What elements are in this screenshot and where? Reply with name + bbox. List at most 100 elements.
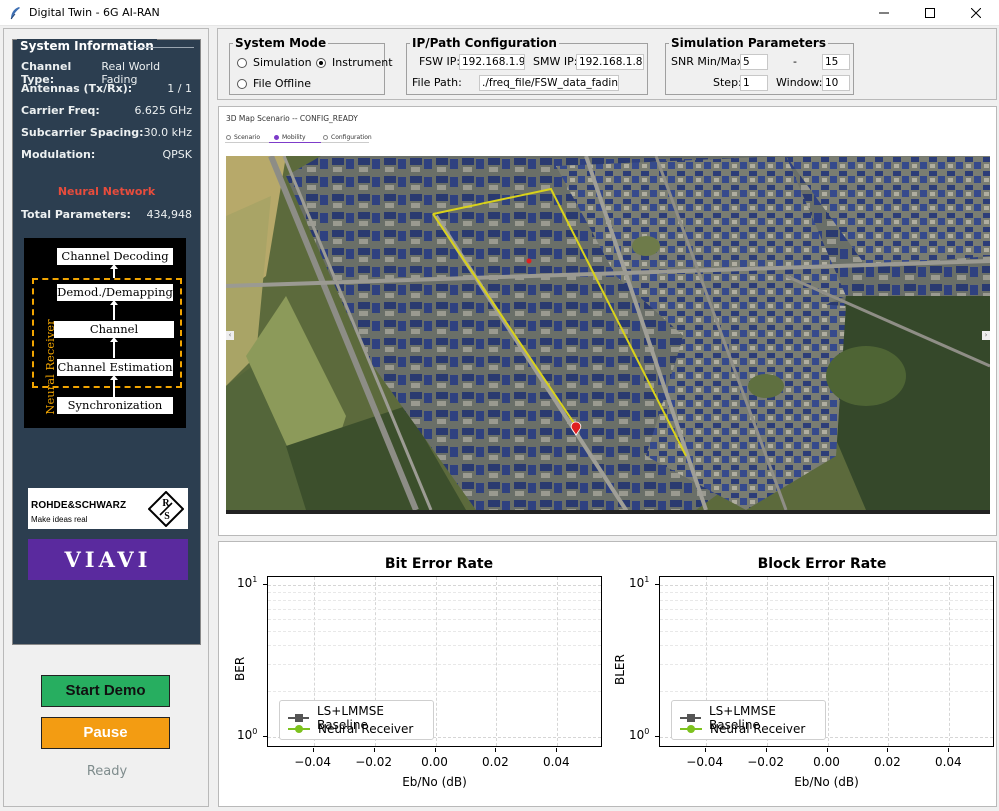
config-panel: System Mode Simulation Instrument File O… (217, 28, 997, 100)
y-axis-label: BLER (613, 654, 627, 685)
grid-line-minor (268, 664, 601, 666)
legend-item: Neural Receiver (680, 722, 805, 736)
legend-item: Neural Receiver (288, 722, 413, 736)
arrow-up-icon (110, 264, 118, 278)
grid-line-minor (660, 618, 993, 620)
info-row-modulation: Modulation: QPSK (21, 148, 192, 161)
grid-line-vertical (435, 577, 437, 746)
radio-simulation[interactable]: Simulation (237, 56, 312, 69)
x-tick-mark (887, 748, 889, 752)
y-tick-mark (263, 736, 267, 737)
x-tick-label: −0.04 (294, 755, 332, 769)
radio-file-offline[interactable]: File Offline (237, 77, 311, 90)
svg-text:R: R (162, 498, 170, 509)
circle-marker-icon (288, 725, 310, 733)
snr-dash: - (793, 55, 797, 68)
block-channel-decoding: Channel Decoding (57, 248, 173, 265)
scenario-tab-icon (226, 135, 231, 140)
rs-logo-tagline: Make ideas real (31, 515, 88, 524)
grid-line-vertical (949, 577, 951, 746)
x-tick-mark (434, 748, 436, 752)
y-tick-label: 101 (237, 575, 258, 590)
grid-line-minor (660, 664, 993, 666)
window-field[interactable]: 10 (822, 75, 850, 91)
maximize-button[interactable] (907, 0, 953, 26)
radio-circle-icon (237, 78, 247, 89)
window-label: Window: (776, 76, 823, 89)
system-info-panel: System Information Channel Type: Real Wo… (12, 39, 201, 645)
info-value: 1 / 1 (167, 82, 192, 95)
snr-max-field[interactable]: 15 (822, 54, 850, 70)
map-nav-right-icon[interactable]: › (982, 331, 990, 340)
file-path-label: File Path: (412, 76, 462, 89)
x-tick-label: 0.00 (813, 755, 840, 769)
tab-mobility[interactable]: Mobility (274, 134, 306, 141)
fsw-ip-field[interactable]: 192.168.1.99 (459, 54, 525, 70)
x-tick-label: 0.04 (934, 755, 962, 769)
y-axis-label: BER (233, 656, 247, 681)
map-nav-left-icon[interactable]: ‹ (226, 331, 234, 340)
x-tick-label: −0.02 (747, 755, 784, 769)
arrow-up-icon (110, 375, 118, 397)
grid-line-minor (268, 608, 601, 610)
smw-ip-field[interactable]: 192.168.1.88 (576, 54, 644, 70)
x-tick-label: 0.02 (874, 755, 901, 769)
y-tick-label: 101 (629, 575, 650, 590)
sim-params-group: Simulation Parameters SNR Min/Max: 5 - 1… (665, 36, 854, 95)
minimize-button[interactable] (861, 0, 907, 26)
step-field[interactable]: 1 (740, 75, 768, 91)
tab-scenario[interactable]: Scenario (226, 134, 260, 141)
grid-line-minor (268, 591, 601, 593)
x-axis-label: Eb/No (dB) (402, 775, 467, 789)
bler-chart: Block Error Rate BLER Eb/No (dB) −0.04 −0… (602, 542, 998, 808)
fsw-ip-label: FSW IP: (419, 55, 461, 68)
file-path-field[interactable]: ./freq_file/FSW_data_fading (479, 75, 619, 91)
tab-label: Configuration (331, 134, 372, 141)
grid-line-minor (268, 599, 601, 601)
close-icon (971, 7, 981, 18)
legend-label: Neural Receiver (318, 722, 414, 736)
system-mode-title: System Mode (233, 36, 329, 50)
grid-line-minor (268, 618, 601, 620)
y-tick-mark (655, 584, 659, 585)
pause-button[interactable]: Pause (41, 717, 170, 749)
neural-receiver-label: Neural Receiver (43, 319, 57, 415)
close-button[interactable] (953, 0, 999, 26)
x-tick-label: 0.00 (421, 755, 448, 769)
info-value: 6.625 GHz (134, 104, 192, 117)
info-value: 434,948 (146, 208, 193, 221)
x-tick-mark (312, 748, 314, 752)
start-demo-button[interactable]: Start Demo (41, 675, 170, 707)
snr-label: SNR Min/Max: (671, 55, 748, 68)
info-key: Modulation: (21, 148, 96, 161)
legend-label: Neural Receiver (710, 722, 806, 736)
radio-instrument[interactable]: Instrument (316, 56, 393, 69)
info-key: Total Parameters: (21, 208, 131, 221)
x-tick-mark (373, 748, 375, 752)
snr-min-field[interactable]: 5 (740, 54, 768, 70)
configuration-tab-icon (323, 135, 328, 140)
mobility-tab-icon (274, 135, 279, 140)
tab-configuration[interactable]: Configuration (323, 134, 372, 141)
x-tick-mark (495, 748, 497, 752)
satellite-map-view[interactable]: ‹ › (226, 156, 990, 510)
svg-text:S: S (164, 511, 170, 522)
left-panel: System Information Channel Type: Real Wo… (3, 28, 209, 807)
grid-line-minor (660, 591, 993, 593)
grid-line-minor (268, 645, 601, 647)
legend-divider (136, 47, 194, 48)
tab-label: Mobility (282, 134, 306, 141)
info-row-carrier-freq: Carrier Freq: 6.625 GHz (21, 104, 192, 117)
block-channel-estimation: Channel Estimation (57, 359, 173, 376)
rs-diamond-icon: R S (148, 491, 184, 527)
x-tick-label: −0.04 (686, 755, 724, 769)
info-row-subcarrier-spacing: Subcarrier Spacing: 30.0 kHz (21, 126, 192, 139)
maximize-icon (925, 7, 935, 18)
smw-ip-label: SMW IP: (533, 55, 578, 68)
block-demod-demapping: Demod./Demapping (57, 284, 173, 301)
feather-app-icon (10, 6, 20, 19)
grid-line-vertical (496, 577, 498, 746)
rs-logo-name: ROHDE&SCHWARZ (31, 500, 127, 511)
chart-legend: LS+LMMSE Baseline Neural Receiver (279, 700, 434, 740)
neural-network-heading: Neural Network (57, 185, 156, 198)
